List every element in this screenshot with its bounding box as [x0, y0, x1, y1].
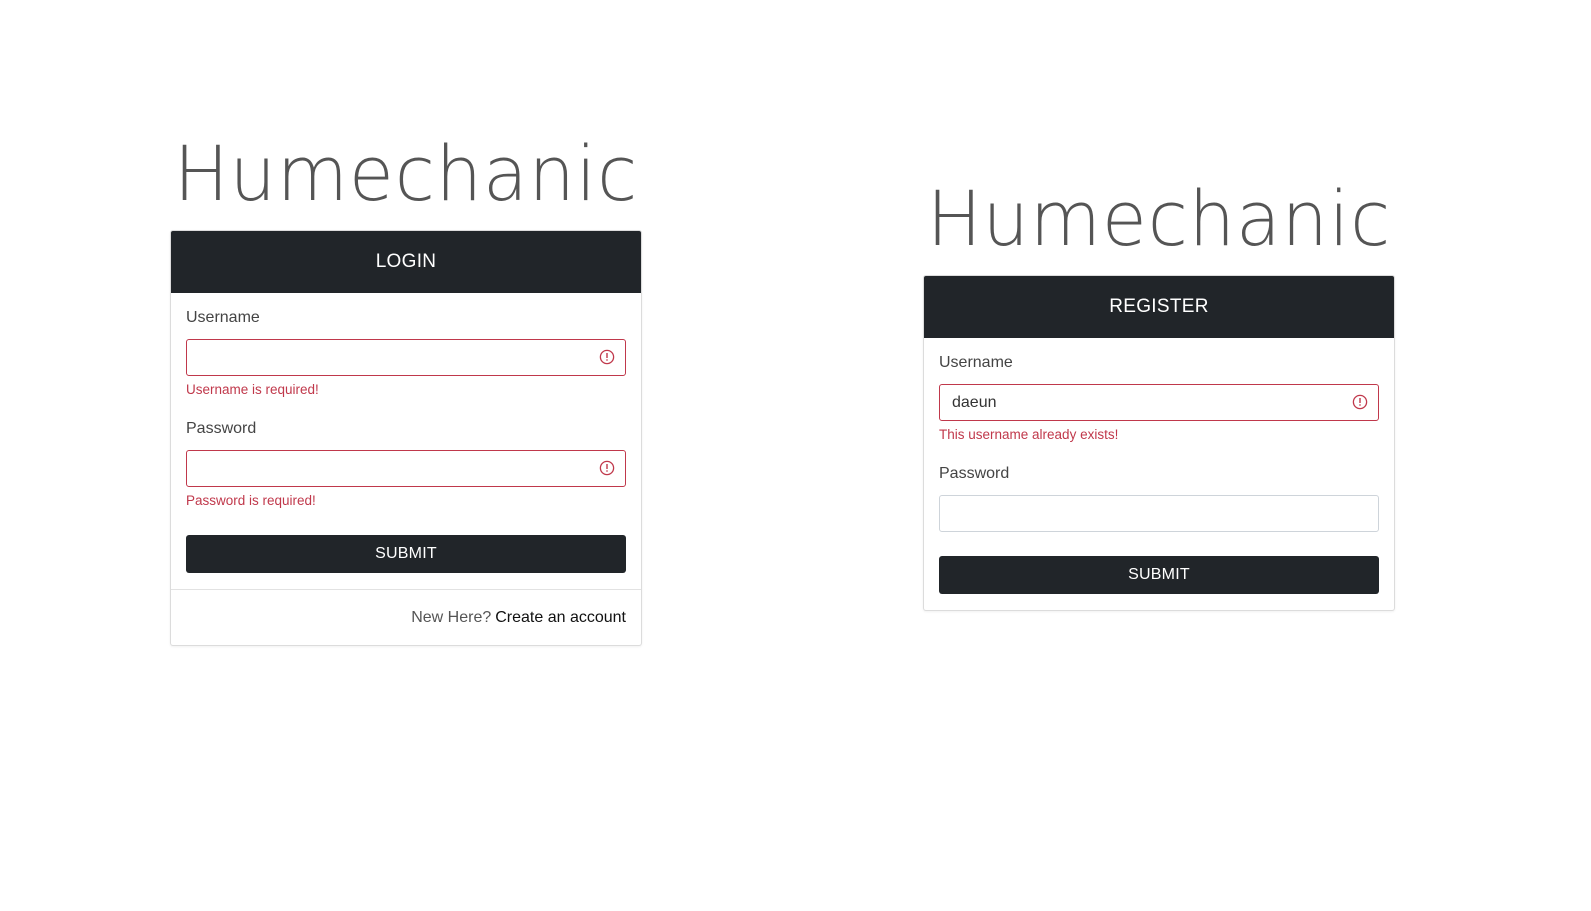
- submit-button[interactable]: SUBMIT: [186, 535, 626, 573]
- username-input[interactable]: [186, 339, 626, 376]
- register-panel: Humechanic REGISTER Username This userna…: [923, 163, 1395, 611]
- password-field-wrapper: [939, 495, 1379, 532]
- card-header: REGISTER: [924, 276, 1394, 338]
- create-account-link[interactable]: Create an account: [495, 609, 626, 627]
- login-form: Username Username is required! Password: [171, 293, 641, 589]
- exclamation-circle-icon: [599, 460, 615, 476]
- submit-button[interactable]: SUBMIT: [939, 556, 1379, 594]
- password-field-wrapper: [186, 450, 626, 487]
- login-panel: Humechanic LOGIN Username Username is re…: [170, 118, 642, 646]
- card-header: LOGIN: [171, 231, 641, 293]
- username-field-wrapper: [186, 339, 626, 376]
- username-input[interactable]: [939, 384, 1379, 421]
- username-label: Username: [186, 309, 260, 326]
- password-error: Password is required!: [186, 493, 316, 508]
- brand-title: Humechanic: [173, 129, 639, 218]
- register-card: REGISTER Username This username already …: [923, 275, 1395, 611]
- footer-prefix: New Here?: [411, 608, 492, 626]
- username-field-wrapper: [939, 384, 1379, 421]
- password-label: Password: [186, 420, 257, 437]
- card-footer: New Here? Create an account: [171, 589, 641, 645]
- brand-title: Humechanic: [926, 174, 1392, 263]
- password-input[interactable]: [939, 495, 1379, 532]
- exclamation-circle-icon: [599, 349, 615, 365]
- username-error: This username already exists!: [939, 427, 1119, 442]
- username-error: Username is required!: [186, 382, 319, 397]
- exclamation-circle-icon: [1352, 394, 1368, 410]
- password-input[interactable]: [186, 450, 626, 487]
- login-card: LOGIN Username Username is required! Pas…: [170, 230, 642, 646]
- username-label: Username: [939, 354, 1013, 371]
- password-label: Password: [939, 465, 1010, 482]
- register-form: Username This username already exists! P…: [924, 338, 1394, 610]
